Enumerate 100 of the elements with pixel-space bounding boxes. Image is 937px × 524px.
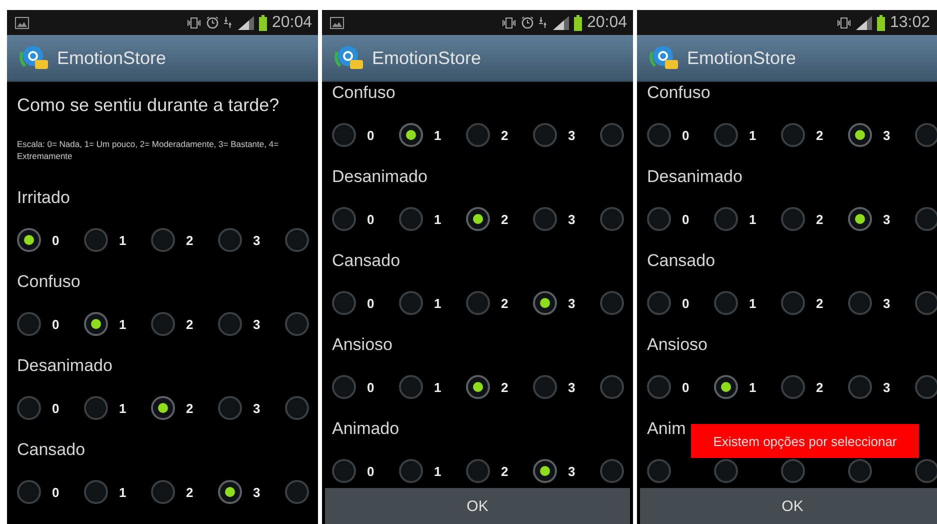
radio-button[interactable] [533, 291, 557, 315]
radio-button[interactable] [781, 207, 805, 231]
radio-button[interactable] [533, 459, 557, 483]
radio-button[interactable] [466, 375, 490, 399]
radio-button[interactable] [84, 228, 108, 252]
radio-button[interactable] [533, 207, 557, 231]
radio-button[interactable] [332, 207, 356, 231]
emotion-label: Desanimado [332, 166, 428, 188]
radio-button[interactable] [17, 228, 41, 252]
radio-button[interactable] [332, 459, 356, 483]
clock-time: 20:04 [272, 14, 312, 32]
radio-button[interactable] [285, 396, 309, 420]
option-label: 1 [749, 212, 756, 226]
radio-button[interactable] [600, 207, 624, 231]
radio-button[interactable] [399, 459, 423, 483]
option-label: 3 [883, 212, 890, 226]
radio-button[interactable] [332, 375, 356, 399]
radio-button[interactable] [151, 312, 175, 336]
radio-button[interactable] [332, 291, 356, 315]
radio-button[interactable] [84, 312, 108, 336]
option-label: 2 [501, 128, 508, 142]
radio-button[interactable] [714, 291, 738, 315]
radio-button[interactable] [466, 459, 490, 483]
radio-button[interactable] [848, 207, 872, 231]
option-label: 2 [816, 128, 824, 142]
radio-button[interactable] [848, 123, 872, 147]
option-label: 1 [434, 128, 442, 142]
radio-button[interactable] [466, 291, 490, 315]
radio-button[interactable] [17, 312, 41, 336]
radio-button[interactable] [600, 375, 624, 399]
radio-button[interactable] [84, 396, 108, 420]
radio-button[interactable] [647, 207, 671, 231]
radio-button[interactable] [218, 396, 242, 420]
option-label: 0 [52, 232, 60, 248]
radio-button[interactable] [647, 375, 671, 399]
ok-button[interactable]: OK [640, 488, 937, 524]
radio-button[interactable] [285, 228, 309, 252]
radio-button[interactable] [151, 396, 175, 420]
radio-button[interactable] [848, 459, 872, 483]
radio-button[interactable] [151, 480, 175, 504]
radio-button[interactable] [285, 480, 309, 504]
clock-time: 20:04 [586, 14, 627, 32]
app-logo-icon [649, 44, 679, 72]
radio-button[interactable] [399, 375, 423, 399]
radio-button[interactable] [714, 207, 738, 231]
radio-button[interactable] [17, 480, 41, 504]
radio-button[interactable] [781, 375, 805, 399]
radio-button[interactable] [781, 291, 805, 315]
app-title: EmotionStore [687, 48, 796, 68]
radio-button[interactable] [399, 291, 423, 315]
radio-button[interactable] [218, 312, 242, 336]
radio-button[interactable] [533, 375, 557, 399]
radio-button[interactable] [600, 123, 624, 147]
radio-button[interactable] [915, 459, 937, 483]
radio-button[interactable] [647, 459, 671, 483]
clock-time: 13:02 [890, 14, 930, 32]
option-label: 1 [749, 296, 756, 310]
radio-button[interactable] [848, 375, 872, 399]
radio-button[interactable] [84, 480, 108, 504]
vibrate-icon [186, 16, 201, 28]
emotion-label: Anim [647, 418, 686, 440]
vibrate-icon [502, 16, 516, 28]
radio-button[interactable] [600, 459, 624, 483]
option-label: 3 [883, 296, 890, 310]
radio-button[interactable] [17, 396, 41, 420]
radio-button[interactable] [151, 228, 175, 252]
radio-button[interactable] [647, 123, 671, 147]
radio-button[interactable] [647, 291, 671, 315]
app-logo-icon [334, 44, 364, 72]
radio-button[interactable] [600, 291, 624, 315]
radio-button[interactable] [285, 312, 309, 336]
radio-button[interactable] [218, 228, 242, 252]
battery-icon [876, 14, 885, 30]
option-label: 3 [568, 212, 576, 226]
ok-button[interactable]: OK [325, 488, 630, 524]
vibrate-icon [836, 16, 851, 28]
radio-button[interactable] [781, 459, 805, 483]
error-toast: Existem opções por seleccionar [691, 424, 919, 458]
option-label: 2 [186, 232, 194, 248]
radio-button[interactable] [332, 123, 356, 147]
signal-icon [552, 16, 569, 30]
radio-button[interactable] [714, 375, 738, 399]
emotion-label: Cansado [332, 250, 400, 272]
radio-button[interactable] [915, 375, 937, 399]
radio-button[interactable] [848, 291, 872, 315]
radio-button[interactable] [915, 207, 937, 231]
option-label: 0 [682, 380, 690, 394]
radio-button[interactable] [714, 123, 738, 147]
radio-button[interactable] [915, 291, 937, 315]
radio-button[interactable] [533, 123, 557, 147]
option-label: 3 [253, 316, 260, 332]
radio-button[interactable] [466, 207, 490, 231]
radio-button[interactable] [399, 207, 423, 231]
radio-button[interactable] [915, 123, 937, 147]
option-label: 3 [568, 464, 576, 478]
radio-button[interactable] [399, 123, 423, 147]
radio-button[interactable] [466, 123, 490, 147]
radio-button[interactable] [714, 459, 738, 483]
radio-button[interactable] [218, 480, 242, 504]
radio-button[interactable] [781, 123, 805, 147]
